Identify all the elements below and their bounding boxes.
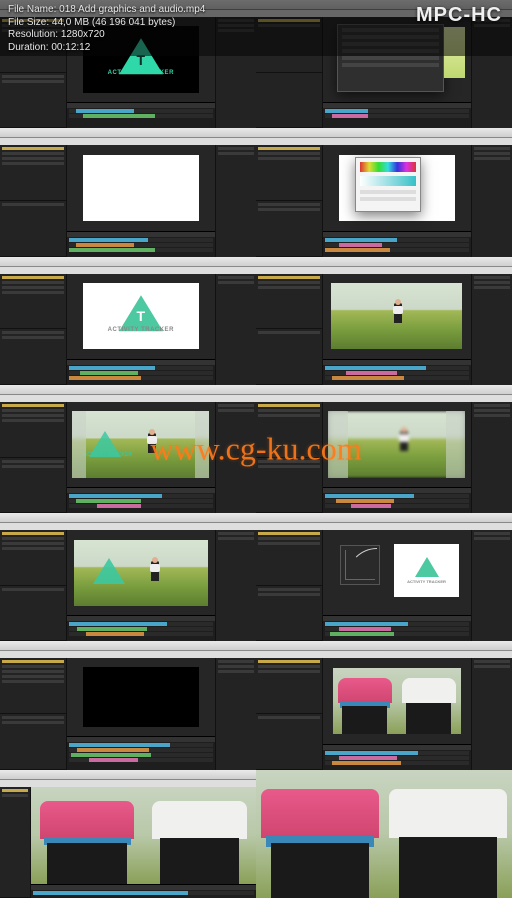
logo-letter: T [137,308,146,324]
duration-label: Duration: [8,42,49,53]
thumb-7: ACTIVITY TRACKER [0,385,256,513]
thumb-11 [0,641,256,769]
logo-text: ACTIVITY TRACKER [83,327,199,333]
resolution-value: 1280x720 [61,29,105,40]
field-footage [331,283,462,350]
thumb-6 [256,257,512,385]
resolution-label: Resolution: [8,29,58,40]
hue-slider[interactable] [360,162,415,172]
logo-preview: ACTIVITY TRACKER [394,544,459,597]
thumb-4 [256,128,512,256]
thumb-10: ACTIVITY TRACKER [256,513,512,641]
logo-overlay-icon [93,558,125,584]
thumb-13 [0,770,256,898]
thumb-5: T ACTIVITY TRACKER [0,257,256,385]
timeline-panel [67,102,216,128]
thumb-8 [256,385,512,513]
thumb-12 [256,641,512,769]
filesize-label: File Size: [8,17,49,28]
curves-editor[interactable] [340,545,380,585]
white-solid [83,155,199,222]
thumb-14 [256,770,512,898]
logo-text: ACTIVITY TRACKER [83,70,199,76]
logo-overlay-text: ACTIVITY TRACKER [83,452,132,458]
sat-slider[interactable] [360,176,415,186]
color-picker-dialog[interactable] [355,157,420,212]
duration-value: 00:12:12 [51,42,90,53]
player-brand: MPC-HC [416,4,502,27]
filename-label: File Name: [8,4,56,15]
filename-value: 018 Add graphics and audio.mp4 [59,4,205,15]
thumbnail-grid: T ACTIVITY TRACKER [0,0,512,898]
closeup-footage [333,668,461,735]
filesize-value: 44,0 MB (46 196 041 bytes) [52,17,175,28]
thumb-9 [0,513,256,641]
thumb-3 [0,128,256,256]
